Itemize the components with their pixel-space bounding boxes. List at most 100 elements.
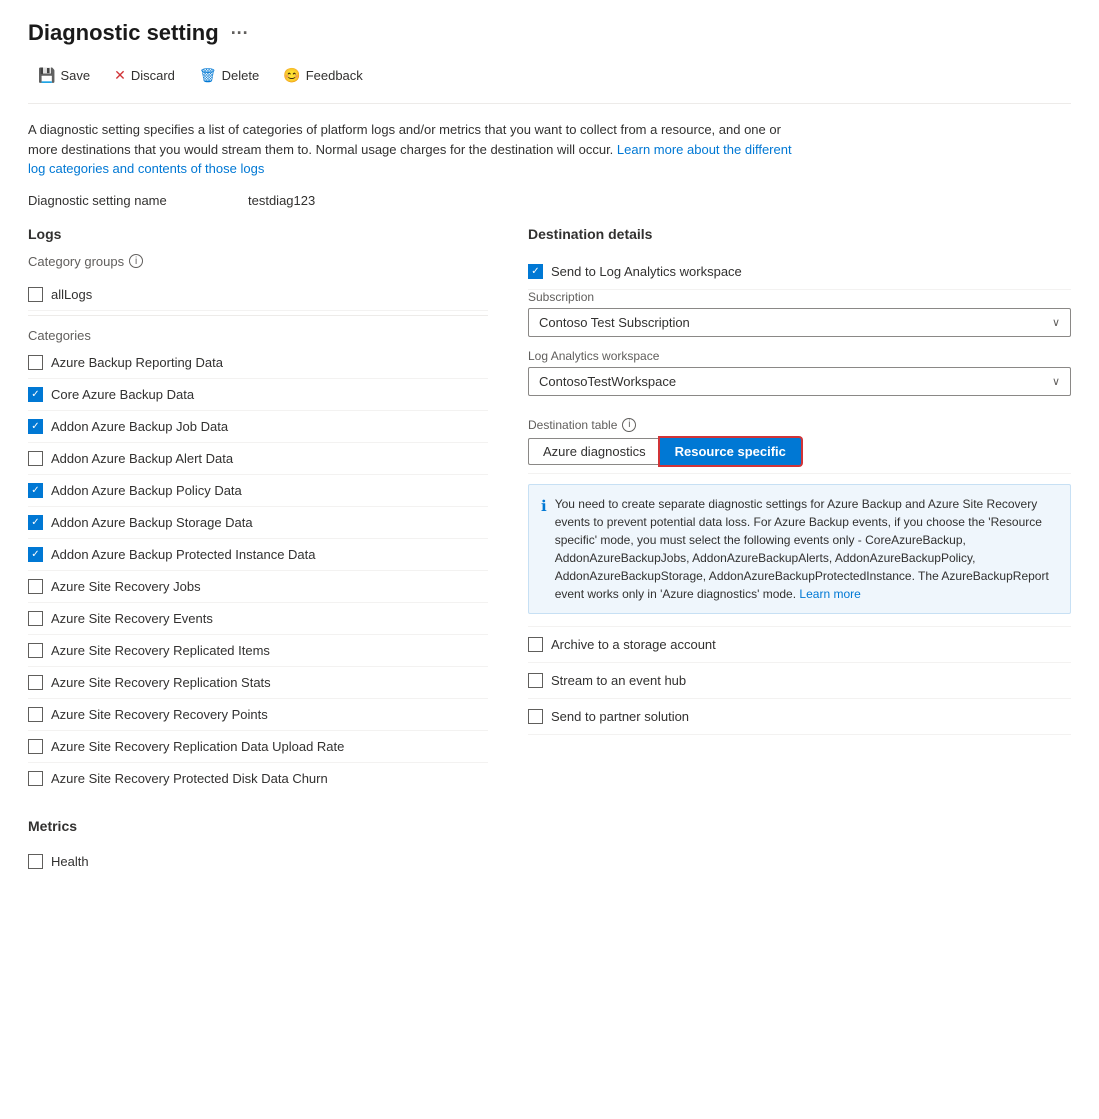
category-label-7: Azure Site Recovery Jobs	[51, 579, 201, 594]
destination-table-row: Destination table i Azure diagnostics Re…	[528, 408, 1071, 474]
category-checkbox-13[interactable]	[28, 771, 43, 786]
categories-list: Azure Backup Reporting Data Core Azure B…	[28, 347, 488, 794]
send-to-log-analytics-checkbox[interactable]	[528, 264, 543, 279]
save-icon: 💾	[38, 67, 55, 84]
category-label-11: Azure Site Recovery Recovery Points	[51, 707, 268, 722]
delete-icon: 🗑	[199, 67, 217, 84]
category-checkbox-3[interactable]	[28, 451, 43, 466]
page-title: Diagnostic setting ···	[28, 20, 1071, 46]
workspace-value: ContosoTestWorkspace	[539, 374, 676, 389]
category-label-9: Azure Site Recovery Replicated Items	[51, 643, 270, 658]
categories-label: Categories	[28, 328, 488, 343]
category-label-12: Azure Site Recovery Replication Data Upl…	[51, 739, 344, 754]
category-checkbox-7[interactable]	[28, 579, 43, 594]
category-label-8: Azure Site Recovery Events	[51, 611, 213, 626]
destination-table-label: Destination table i	[528, 418, 1071, 432]
category-label-6: Addon Azure Backup Protected Instance Da…	[51, 547, 316, 562]
destination-table-toggle: Azure diagnostics Resource specific	[528, 438, 1071, 465]
category-label-1: Core Azure Backup Data	[51, 387, 194, 402]
metric-checkbox-0[interactable]	[28, 854, 43, 869]
category-item-6: Addon Azure Backup Protected Instance Da…	[28, 539, 488, 571]
discard-icon: ✕	[114, 67, 126, 84]
setting-name-value: testdiag123	[248, 193, 315, 208]
stream-to-event-hub-row: Stream to an event hub	[528, 663, 1071, 699]
category-checkbox-6[interactable]	[28, 547, 43, 562]
category-checkbox-4[interactable]	[28, 483, 43, 498]
metrics-list: Health	[28, 846, 488, 877]
category-groups-info-icon[interactable]: i	[129, 254, 143, 268]
feedback-icon: 😊	[283, 67, 300, 84]
category-item-10: Azure Site Recovery Replication Stats	[28, 667, 488, 699]
send-to-partner-checkbox[interactable]	[528, 709, 543, 724]
category-checkbox-0[interactable]	[28, 355, 43, 370]
stream-to-event-hub-checkbox[interactable]	[528, 673, 543, 688]
category-checkbox-9[interactable]	[28, 643, 43, 658]
category-item-3: Addon Azure Backup Alert Data	[28, 443, 488, 475]
category-checkbox-2[interactable]	[28, 419, 43, 434]
description-text: A diagnostic setting specifies a list of…	[28, 120, 808, 179]
category-item-0: Azure Backup Reporting Data	[28, 347, 488, 379]
category-label-10: Azure Site Recovery Replication Stats	[51, 675, 271, 690]
archive-to-storage-checkbox[interactable]	[528, 637, 543, 652]
category-label-3: Addon Azure Backup Alert Data	[51, 451, 233, 466]
title-text: Diagnostic setting	[28, 20, 219, 46]
feedback-button[interactable]: 😊 Feedback	[273, 62, 373, 89]
toolbar: 💾 Save ✕ Discard 🗑 Delete 😊 Feedback	[28, 62, 1071, 104]
logs-section-title: Logs	[28, 226, 488, 242]
setting-name-row: Diagnostic setting name testdiag123	[28, 193, 1071, 208]
log-analytics-sub: Subscription Contoso Test Subscription ∨…	[528, 290, 1071, 627]
subscription-select[interactable]: Contoso Test Subscription ∨	[528, 308, 1071, 337]
workspace-chevron-icon: ∨	[1052, 375, 1060, 388]
info-box-icon: ℹ	[541, 496, 547, 603]
send-to-log-analytics-label: Send to Log Analytics workspace	[551, 264, 742, 279]
category-label-2: Addon Azure Backup Job Data	[51, 419, 228, 434]
discard-button[interactable]: ✕ Discard	[104, 62, 185, 89]
subscription-field: Subscription Contoso Test Subscription ∨	[528, 290, 1071, 337]
metrics-section-title: Metrics	[28, 818, 488, 834]
archive-to-storage-label: Archive to a storage account	[551, 637, 716, 652]
metrics-section: Metrics Health	[28, 818, 488, 877]
save-button[interactable]: 💾 Save	[28, 62, 100, 89]
send-to-partner-row: Send to partner solution	[528, 699, 1071, 735]
destination-section-title: Destination details	[528, 226, 1071, 242]
more-options-icon[interactable]: ···	[231, 23, 249, 44]
allLogs-checkbox[interactable]	[28, 287, 43, 302]
delete-button[interactable]: 🗑 Delete	[189, 62, 269, 89]
metric-item-0: Health	[28, 846, 488, 877]
info-box-text: You need to create separate diagnostic s…	[555, 495, 1058, 603]
workspace-field: Log Analytics workspace ContosoTestWorks…	[528, 349, 1071, 396]
workspace-select[interactable]: ContosoTestWorkspace ∨	[528, 367, 1071, 396]
destination-panel: Destination details Send to Log Analytic…	[528, 226, 1071, 735]
send-to-partner-label: Send to partner solution	[551, 709, 689, 724]
category-item-7: Azure Site Recovery Jobs	[28, 571, 488, 603]
workspace-label: Log Analytics workspace	[528, 349, 1071, 363]
category-checkbox-12[interactable]	[28, 739, 43, 754]
category-checkbox-5[interactable]	[28, 515, 43, 530]
category-groups-header: Category groups i	[28, 254, 488, 269]
send-to-log-analytics-row: Send to Log Analytics workspace	[528, 254, 1071, 290]
category-checkbox-8[interactable]	[28, 611, 43, 626]
stream-to-event-hub-label: Stream to an event hub	[551, 673, 686, 688]
resource-specific-info-box: ℹ You need to create separate diagnostic…	[528, 484, 1071, 614]
category-label-4: Addon Azure Backup Policy Data	[51, 483, 242, 498]
category-item-5: Addon Azure Backup Storage Data	[28, 507, 488, 539]
category-checkbox-10[interactable]	[28, 675, 43, 690]
resource-specific-button[interactable]: Resource specific	[660, 438, 801, 465]
subscription-value: Contoso Test Subscription	[539, 315, 690, 330]
info-box-learn-more-link[interactable]: Learn more	[799, 587, 860, 601]
allLogs-label: allLogs	[51, 287, 92, 302]
feedback-label: Feedback	[306, 68, 363, 83]
category-checkbox-1[interactable]	[28, 387, 43, 402]
destination-table-info-icon[interactable]: i	[622, 418, 636, 432]
delete-label: Delete	[222, 68, 260, 83]
category-label-0: Azure Backup Reporting Data	[51, 355, 223, 370]
category-label-13: Azure Site Recovery Protected Disk Data …	[51, 771, 328, 786]
category-item-1: Core Azure Backup Data	[28, 379, 488, 411]
allLogs-item: allLogs	[28, 279, 488, 311]
azure-diagnostics-button[interactable]: Azure diagnostics	[528, 438, 660, 465]
save-label: Save	[60, 68, 90, 83]
subscription-label: Subscription	[528, 290, 1071, 304]
category-checkbox-11[interactable]	[28, 707, 43, 722]
category-item-4: Addon Azure Backup Policy Data	[28, 475, 488, 507]
category-item-11: Azure Site Recovery Recovery Points	[28, 699, 488, 731]
